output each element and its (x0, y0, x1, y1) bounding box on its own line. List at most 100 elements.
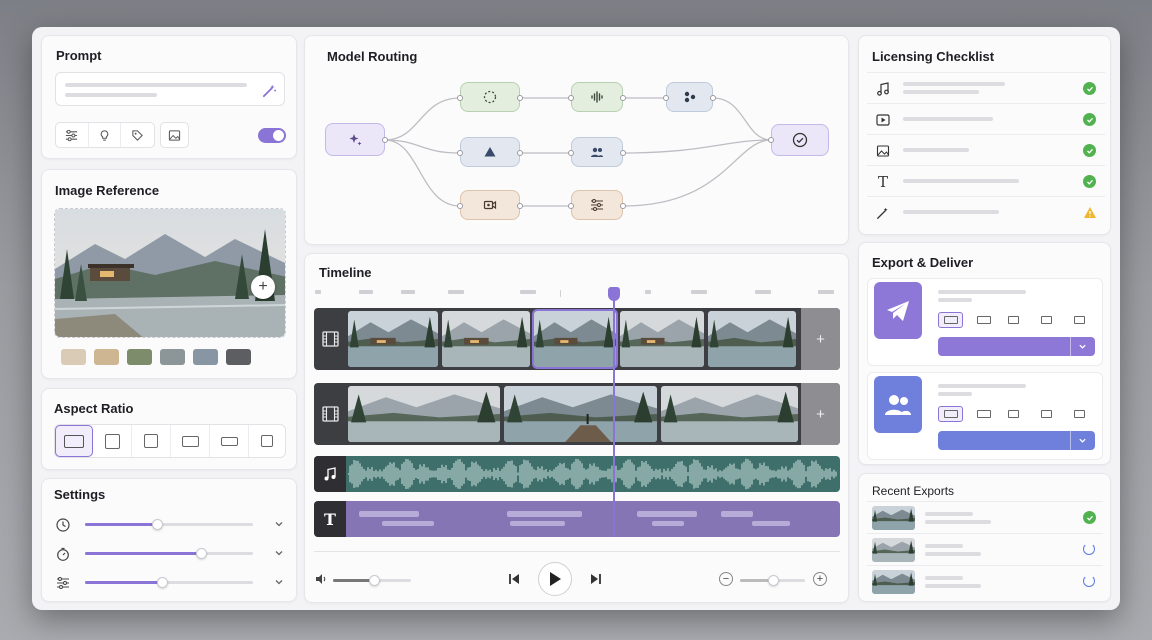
color-swatch[interactable] (160, 349, 185, 365)
routing-node-users[interactable] (571, 137, 623, 167)
image-upload-icon[interactable] (160, 122, 189, 148)
video-clip[interactable] (532, 309, 618, 369)
skip-back-icon[interactable] (507, 572, 521, 586)
ratio-landscape-option[interactable] (171, 425, 210, 457)
prompt-title: Prompt (56, 48, 102, 63)
color-swatch[interactable] (61, 349, 86, 365)
license-item[interactable] (867, 196, 1105, 227)
users-icon (874, 376, 922, 433)
ratio-wide-option[interactable] (55, 425, 93, 457)
add-image-button[interactable]: + (251, 275, 275, 299)
sliders-icon (591, 199, 603, 211)
export-target[interactable] (867, 372, 1103, 460)
dots-icon (684, 91, 695, 103)
play-button[interactable] (538, 562, 572, 596)
ratio-square-alt-option[interactable] (132, 425, 171, 457)
format-option[interactable] (1037, 312, 1056, 328)
settings-slider-3[interactable] (85, 577, 253, 588)
zoom-slider[interactable] (740, 575, 805, 586)
model-routing-panel: Model Routing (304, 35, 849, 245)
video-track-1[interactable]: + (314, 308, 840, 370)
video-clip[interactable] (661, 386, 798, 442)
video-clip[interactable] (708, 311, 796, 367)
routing-source-node[interactable] (325, 123, 385, 156)
color-swatch[interactable] (226, 349, 251, 365)
format-option[interactable] (938, 312, 963, 328)
audio-track[interactable] (314, 456, 840, 492)
triangle-icon (484, 147, 496, 157)
aspect-ratio-panel: Aspect Ratio (41, 388, 297, 470)
volume-icon[interactable] (314, 572, 328, 586)
video-clip[interactable] (620, 311, 704, 367)
video-clip[interactable] (348, 386, 500, 442)
license-item[interactable] (867, 134, 1105, 165)
chevron-down-icon[interactable] (273, 518, 285, 530)
settings-slider-1[interactable] (85, 519, 253, 530)
color-swatch[interactable] (193, 349, 218, 365)
add-clip-button[interactable]: + (801, 383, 840, 445)
recent-export-item[interactable] (867, 565, 1103, 597)
routing-node-triangle[interactable] (460, 137, 520, 167)
ruler-tick (691, 290, 707, 294)
format-option[interactable] (1004, 406, 1023, 422)
routing-output-node[interactable] (771, 124, 829, 156)
format-option[interactable] (971, 406, 996, 422)
chevron-down-icon[interactable] (273, 576, 285, 588)
ruler-tick (520, 290, 536, 294)
timeline-ruler[interactable] (315, 287, 840, 299)
add-clip-button[interactable]: + (801, 308, 840, 370)
video-clip[interactable] (348, 311, 438, 367)
magic-wand-icon[interactable] (261, 82, 277, 98)
license-item[interactable] (867, 72, 1105, 103)
zoom-in-button[interactable]: + (813, 572, 827, 586)
prompt-input[interactable] (55, 72, 285, 106)
ruler-tick (560, 290, 561, 297)
license-item[interactable] (867, 103, 1105, 134)
playhead[interactable] (607, 287, 620, 537)
color-swatch[interactable] (94, 349, 119, 365)
recent-export-item[interactable] (867, 533, 1103, 565)
color-swatch[interactable] (127, 349, 152, 365)
prompt-toggle[interactable] (258, 128, 286, 143)
recent-export-item[interactable] (867, 501, 1103, 533)
format-option[interactable] (938, 406, 963, 422)
export-target[interactable] (867, 278, 1103, 366)
ruler-tick (755, 290, 771, 294)
export-dropdown[interactable] (938, 431, 1095, 450)
video-clip[interactable] (504, 386, 657, 442)
ruler-tick (818, 290, 834, 294)
sliders-icon[interactable] (56, 123, 89, 147)
chevron-down-icon[interactable] (273, 547, 285, 559)
volume-slider[interactable] (333, 575, 411, 586)
zoom-out-button[interactable]: − (719, 572, 733, 586)
text-track[interactable]: T (314, 501, 840, 537)
format-option[interactable] (971, 312, 996, 328)
export-dropdown[interactable] (938, 337, 1095, 356)
settings-slider-2[interactable] (85, 548, 253, 559)
ruler-tick (645, 290, 651, 294)
video-track-2[interactable]: + (314, 383, 840, 445)
ratio-small-option[interactable] (249, 425, 285, 457)
format-option[interactable] (1070, 312, 1089, 328)
skip-forward-icon[interactable] (589, 572, 603, 586)
routing-node-video[interactable] (460, 190, 520, 220)
sparkle-icon (349, 133, 362, 145)
ratio-cinema-option[interactable] (210, 425, 249, 457)
format-option[interactable] (1037, 406, 1056, 422)
reference-image[interactable]: + (54, 208, 286, 338)
format-option[interactable] (1004, 312, 1023, 328)
routing-node-dots[interactable] (666, 82, 713, 112)
export-thumbnail (872, 538, 915, 562)
ratio-square-option[interactable] (93, 425, 132, 457)
lightbulb-icon[interactable] (89, 123, 122, 147)
routing-node-adjust[interactable] (571, 190, 623, 220)
loading-spinner-icon (1083, 575, 1095, 587)
format-option[interactable] (1070, 406, 1089, 422)
routing-node-audio[interactable] (571, 82, 623, 112)
tag-icon[interactable] (121, 123, 154, 147)
magic-wand-icon (875, 205, 891, 221)
license-item[interactable]: T (867, 165, 1105, 196)
check-icon (1083, 175, 1096, 188)
routing-node-loop[interactable] (460, 82, 520, 112)
video-clip[interactable] (442, 311, 530, 367)
